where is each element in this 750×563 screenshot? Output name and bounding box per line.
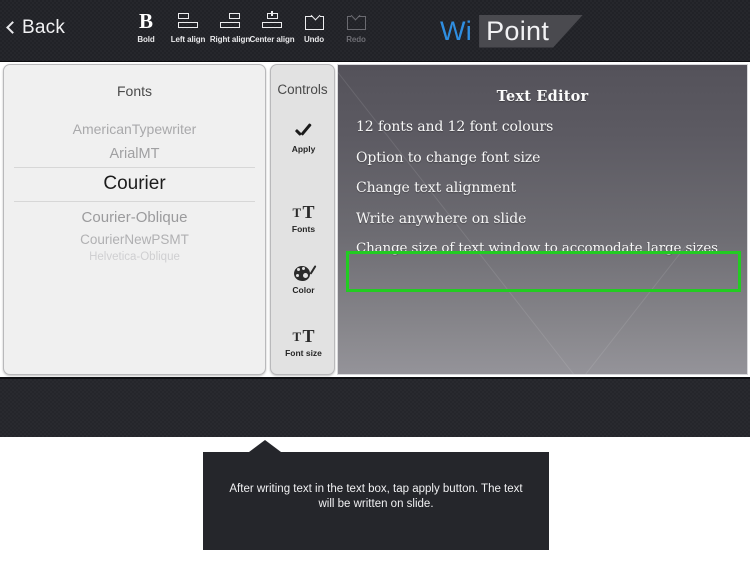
- logo-wi-text: Wi: [440, 15, 473, 46]
- text-input-box[interactable]: [346, 251, 741, 292]
- redo-label: Redo: [346, 35, 366, 44]
- font-tt-icon: TT: [292, 202, 315, 222]
- font-size-icon: TT: [292, 326, 315, 346]
- undo-button[interactable]: Undo: [293, 10, 335, 44]
- undo-icon: [304, 10, 324, 32]
- instruction-tooltip: After writing text in the text box, tap …: [203, 440, 549, 550]
- bold-label: Bold: [137, 35, 155, 44]
- slide-line: Option to change font size: [356, 149, 541, 166]
- right-align-label: Right align: [209, 35, 251, 44]
- tooltip-text: After writing text in the text box, tap …: [229, 483, 523, 510]
- controls-panel-title: Controls: [277, 82, 328, 97]
- fonts-panel: Fonts AmericanTypewriter ArialMT Courier…: [3, 64, 266, 375]
- undo-label: Undo: [303, 35, 325, 44]
- right-align-button[interactable]: Right align: [209, 11, 251, 44]
- font-size-button[interactable]: TT Font size: [271, 327, 336, 358]
- font-picker-item[interactable]: ArialMT: [4, 146, 265, 162]
- color-button[interactable]: Color: [271, 265, 336, 295]
- slide-line: Change text alignment: [356, 180, 517, 196]
- center-align-label: Center align: [249, 35, 295, 44]
- slide-line: 12 fonts and 12 font colours: [356, 119, 554, 135]
- redo-button[interactable]: Redo: [335, 10, 377, 44]
- left-align-label: Left align: [170, 35, 206, 44]
- chevron-left-icon: [6, 21, 19, 34]
- apply-button[interactable]: Apply: [271, 125, 336, 154]
- left-align-icon: [178, 11, 198, 32]
- back-button[interactable]: Back: [6, 17, 66, 39]
- check-icon: [294, 125, 314, 141]
- redo-icon: [346, 10, 366, 32]
- left-align-button[interactable]: Left align: [167, 11, 209, 44]
- fonts-label: Fonts: [291, 224, 316, 234]
- font-picker-item[interactable]: AmericanTypewriter: [4, 121, 265, 137]
- slide-canvas[interactable]: Text Editor 12 fonts and 12 font colours…: [337, 64, 748, 375]
- right-align-icon: [220, 11, 240, 32]
- bold-icon: B: [138, 9, 153, 33]
- slide-title: Text Editor: [496, 88, 589, 105]
- font-size-label: Font size: [285, 348, 322, 358]
- app-logo: Wi Point: [440, 13, 583, 49]
- formatting-tools: B Bold Left align Right align Center ali…: [125, 9, 377, 45]
- logo-point-text: Point: [486, 15, 550, 46]
- palette-icon: [293, 265, 317, 282]
- fonts-panel-title: Fonts: [116, 83, 152, 99]
- fonts-button[interactable]: TT Fonts: [271, 203, 336, 234]
- center-align-button[interactable]: Center align: [249, 11, 295, 44]
- controls-panel: Controls Apply TT Fonts Color TT Font si…: [270, 64, 335, 375]
- font-picker-item[interactable]: Courier-Oblique: [4, 209, 265, 226]
- app-root: Back B Bold Left align Right align Cente…: [0, 0, 750, 563]
- font-picker-item[interactable]: Helvetica-Oblique: [4, 251, 265, 263]
- color-label: Color: [292, 285, 315, 295]
- font-picker-item[interactable]: CourierNewPSMT: [4, 232, 265, 247]
- logo-point-shape: Point: [479, 15, 583, 48]
- slide-line: Write anywhere on slide: [356, 210, 527, 227]
- font-picker-item-selected[interactable]: Courier: [14, 173, 255, 195]
- font-picker-wheel[interactable]: AmericanTypewriter ArialMT Courier Couri…: [4, 121, 265, 271]
- back-button-label: Back: [22, 17, 66, 38]
- top-toolbar: Back B Bold Left align Right align Cente…: [0, 0, 750, 62]
- slide-body: 12 fonts and 12 font colours Option to c…: [338, 119, 747, 256]
- tooltip-arrow-icon: [249, 440, 281, 452]
- apply-label: Apply: [291, 144, 316, 154]
- bottom-dark-band: [0, 377, 750, 437]
- center-align-icon: [262, 11, 282, 32]
- font-picker-selection-band: Courier: [14, 167, 255, 202]
- bold-button[interactable]: B Bold: [125, 9, 167, 45]
